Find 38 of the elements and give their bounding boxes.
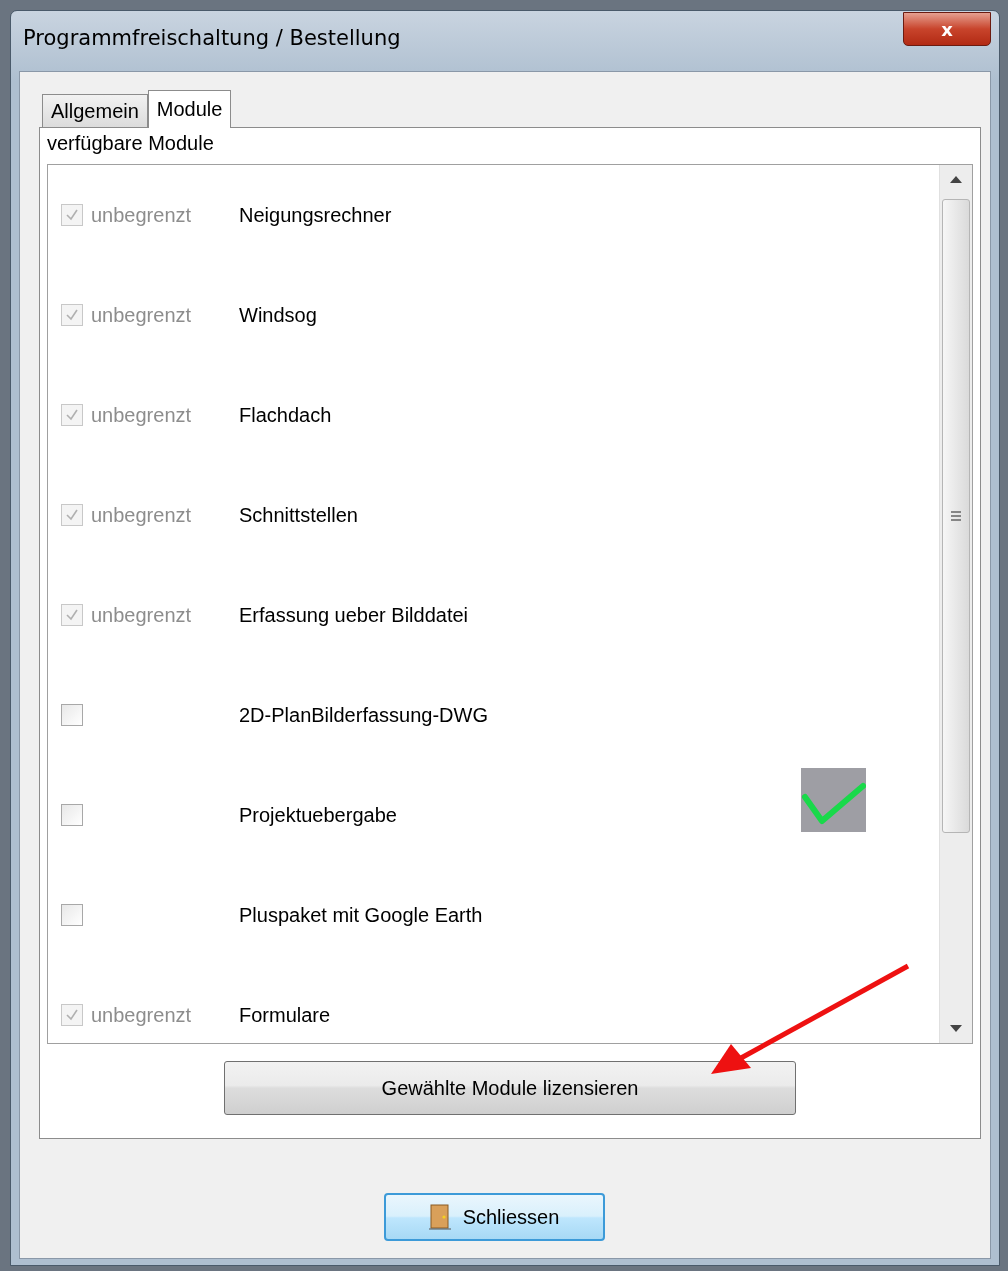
module-name: Pluspaket mit Google Earth xyxy=(239,903,483,927)
checkbox[interactable] xyxy=(61,904,83,926)
limit-label: unbegrenzt xyxy=(91,603,192,627)
door-icon xyxy=(428,1204,451,1230)
window-title: Programmfreischaltung / Bestellung xyxy=(23,26,401,50)
tab[interactable]: Allgemein xyxy=(42,94,148,127)
tick-icon xyxy=(65,308,79,322)
module-name: 2D-PlanBilderfassung-DWG xyxy=(239,703,488,727)
module-name: Windsog xyxy=(239,303,317,327)
module-name: Erfassung ueber Bilddatei xyxy=(239,603,469,627)
module-name: Formulare xyxy=(239,1003,331,1027)
checkbox[interactable] xyxy=(61,804,83,826)
scrollbar[interactable] xyxy=(939,165,972,1043)
limit-label: unbegrenzt xyxy=(91,1003,192,1027)
tick-icon xyxy=(65,1008,79,1022)
limit-label: unbegrenzt xyxy=(91,203,192,227)
tick-icon xyxy=(65,408,79,422)
module-name: Schnittstellen xyxy=(239,503,358,527)
tick-icon xyxy=(65,608,79,622)
tick-icon xyxy=(65,208,79,222)
module-name: Flachdach xyxy=(239,403,332,427)
scroll-up-icon[interactable] xyxy=(950,175,962,183)
license-button[interactable]: Gewählte Module lizensieren xyxy=(224,1061,796,1115)
tick-icon xyxy=(65,508,79,522)
close-button[interactable]: x xyxy=(903,12,991,46)
close-dialog-button[interactable]: Schliessen xyxy=(383,1193,605,1241)
module-name: Projektuebergabe xyxy=(239,803,397,827)
module-name: Neigungsrechner xyxy=(239,203,392,227)
limit-label: unbegrenzt xyxy=(91,503,192,527)
limit-label: unbegrenzt xyxy=(91,403,192,427)
scroll-down-icon[interactable] xyxy=(950,1025,962,1033)
scroll-thumb[interactable] xyxy=(942,199,970,833)
group-label: verfügbare Module xyxy=(47,132,215,156)
grip-icon xyxy=(950,511,962,521)
limit-label: unbegrenzt xyxy=(91,303,192,327)
checkmark-icon xyxy=(801,768,866,832)
checkbox[interactable] xyxy=(61,704,83,726)
tab[interactable]: Module xyxy=(147,90,232,128)
